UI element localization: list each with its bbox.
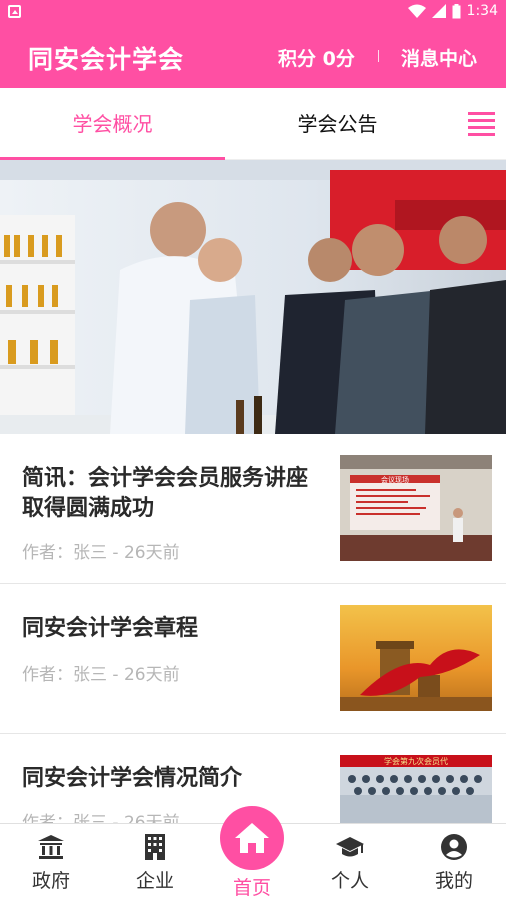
news-title: 简讯：会计学会会员服务讲座取得圆满成功 bbox=[22, 466, 309, 521]
news-meta: 作者：张三 - 26天前 bbox=[22, 665, 180, 685]
news-meta: 作者：张三 - 26天前 bbox=[22, 543, 180, 563]
signal-icon bbox=[431, 4, 446, 18]
news-thumbnail bbox=[340, 605, 492, 711]
nav-label: 企业 bbox=[135, 870, 174, 892]
battery-icon bbox=[452, 3, 461, 18]
nav-mine[interactable]: 我的 bbox=[414, 834, 494, 893]
points-display[interactable]: 积分 0分 bbox=[278, 44, 355, 71]
nav-government[interactable]: 政府 bbox=[11, 834, 91, 893]
bank-icon bbox=[38, 835, 64, 859]
message-center-button[interactable]: 消息中心 bbox=[401, 44, 477, 71]
nav-label: 政府 bbox=[31, 870, 70, 892]
tab-overview[interactable]: 学会概况 bbox=[0, 88, 225, 160]
nav-label: 个人 bbox=[330, 870, 369, 892]
app-title: 同安会计学会 bbox=[28, 45, 185, 74]
tab-bar: 学会概况 学会公告 bbox=[0, 88, 506, 160]
app-header: 同安会计学会 积分 0分 消息中心 bbox=[0, 26, 506, 88]
clock: 1:34 bbox=[466, 3, 498, 19]
bottom-nav: 政府 企业 首页 个人 我的 bbox=[0, 806, 506, 900]
news-item[interactable]: 同安会计学会章程 作者：张三 - 26天前 bbox=[0, 584, 506, 734]
menu-icon[interactable] bbox=[468, 112, 495, 136]
building-icon bbox=[145, 834, 165, 860]
nav-label: 首页 bbox=[232, 877, 271, 899]
nav-enterprise[interactable]: 企业 bbox=[115, 834, 195, 893]
nav-personal[interactable]: 个人 bbox=[310, 834, 390, 893]
header-divider bbox=[378, 50, 379, 62]
graduation-cap-icon bbox=[336, 837, 364, 857]
news-title: 同安会计学会情况简介 bbox=[22, 766, 243, 791]
thumb-caption: 学会第九次会员代 bbox=[384, 756, 448, 766]
news-title: 同安会计学会章程 bbox=[22, 616, 199, 641]
tab-announcements[interactable]: 学会公告 bbox=[225, 88, 450, 160]
news-thumbnail: 会议现场 bbox=[340, 455, 492, 561]
nav-label: 我的 bbox=[434, 870, 473, 892]
wifi-icon bbox=[407, 4, 426, 18]
notification-icon bbox=[8, 5, 21, 18]
home-icon bbox=[235, 823, 269, 853]
thumb-caption: 会议现场 bbox=[381, 475, 409, 484]
user-circle-icon bbox=[441, 834, 467, 860]
nav-home[interactable]: 首页 bbox=[212, 806, 292, 900]
banner-image[interactable] bbox=[0, 160, 506, 434]
status-bar: 1:34 bbox=[0, 0, 506, 26]
news-item[interactable]: 简讯：会计学会会员服务讲座取得圆满成功 作者：张三 - 26天前 会议现场 bbox=[0, 434, 506, 584]
